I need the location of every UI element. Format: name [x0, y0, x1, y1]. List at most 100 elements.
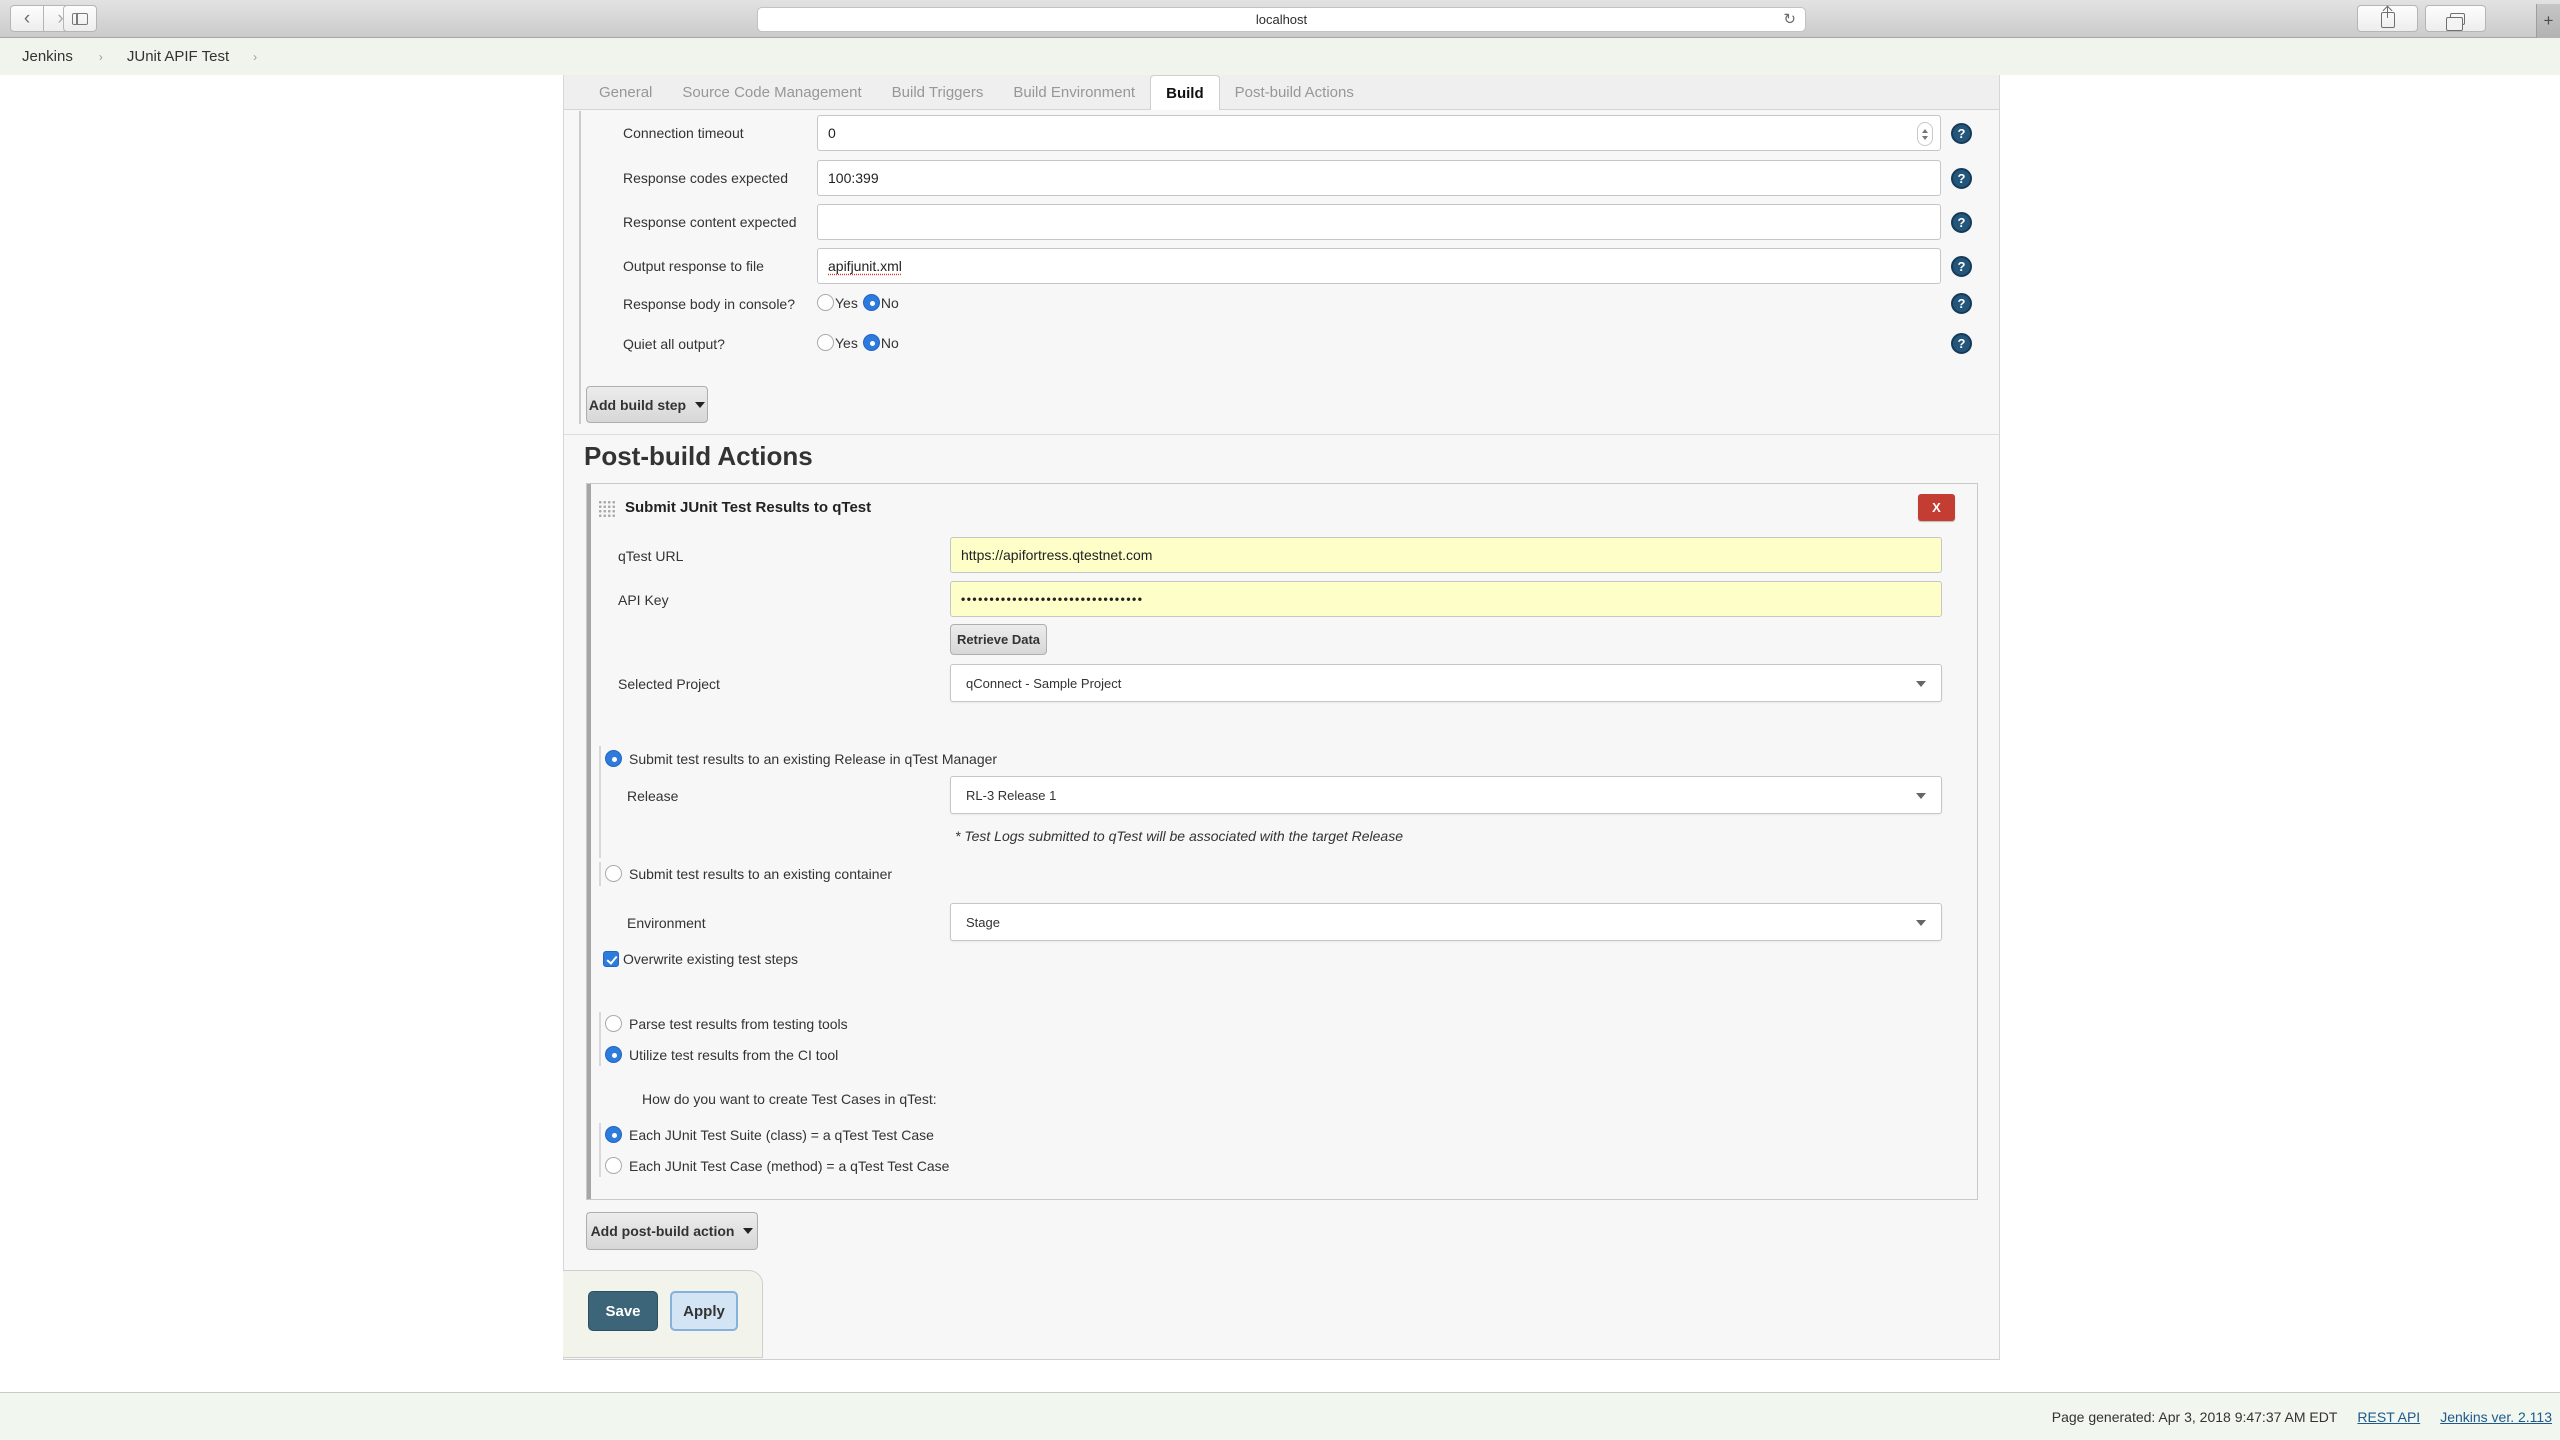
- page-generated-text: Page generated: Apr 3, 2018 9:47:37 AM E…: [2051, 1408, 2338, 1425]
- breadcrumb-jenkins[interactable]: Jenkins: [22, 48, 73, 65]
- help-icon[interactable]: ?: [1951, 123, 1972, 144]
- stepper-up-icon[interactable]: [1922, 128, 1928, 133]
- tab-post-build-actions[interactable]: Post-build Actions: [1220, 75, 1369, 109]
- footer: Page generated: Apr 3, 2018 9:47:37 AM E…: [0, 1392, 2560, 1440]
- suite-option-radio[interactable]: [605, 1126, 622, 1143]
- tab-build-triggers[interactable]: Build Triggers: [877, 75, 999, 109]
- save-bar: Save Apply: [563, 1270, 763, 1358]
- browser-toolbar: ‹ › localhost ↻ +: [0, 0, 2560, 38]
- delete-step-button[interactable]: X: [1918, 494, 1955, 521]
- qtest-url-input[interactable]: [950, 537, 1942, 573]
- retrieve-data-label: Retrieve Data: [956, 632, 1041, 647]
- quiet-output-label: Quiet all output?: [623, 336, 725, 352]
- environment-select[interactable]: Stage: [950, 903, 1942, 941]
- config-panel: General Source Code Management Build Tri…: [563, 75, 2000, 1360]
- help-icon[interactable]: ?: [1951, 333, 1972, 354]
- release-select[interactable]: RL-3 Release 1: [950, 776, 1942, 814]
- help-icon[interactable]: ?: [1951, 293, 1972, 314]
- section-divider: [564, 434, 1999, 435]
- add-build-step-label: Add build step: [588, 396, 687, 413]
- tab-build-environment[interactable]: Build Environment: [998, 75, 1150, 109]
- release-option-radio[interactable]: [605, 750, 622, 767]
- jenkins-version-link[interactable]: Jenkins ver. 2.113: [2440, 1409, 2552, 1425]
- selected-project-value: qConnect - Sample Project: [966, 675, 1122, 691]
- yes-radio[interactable]: [817, 294, 834, 311]
- address-bar[interactable]: localhost ↻: [757, 7, 1806, 32]
- parse-option-radio[interactable]: [605, 1015, 622, 1032]
- toolbar-right: [2357, 5, 2486, 32]
- tab-overview-icon: [2446, 12, 2465, 31]
- response-content-input[interactable]: [817, 204, 1941, 240]
- back-button[interactable]: ‹: [10, 5, 44, 32]
- breadcrumb: Jenkins › JUnit APIF Test ›: [0, 38, 2560, 75]
- environment-label: Environment: [627, 915, 706, 931]
- no-label: No: [880, 294, 899, 311]
- overwrite-label: Overwrite existing test steps: [623, 951, 799, 967]
- number-stepper[interactable]: [1917, 122, 1933, 146]
- container-option-radio-row: Submit test results to an existing conta…: [605, 865, 892, 882]
- release-note: * Test Logs submitted to qTest will be a…: [955, 828, 1403, 844]
- tab-source-code-management[interactable]: Source Code Management: [667, 75, 876, 109]
- case-option-radio-row: Each JUnit Test Case (method) = a qTest …: [605, 1157, 949, 1174]
- share-button[interactable]: [2357, 5, 2418, 32]
- help-icon[interactable]: ?: [1951, 168, 1972, 189]
- rest-api-link[interactable]: REST API: [2357, 1409, 2420, 1425]
- utilize-option-radio[interactable]: [605, 1046, 622, 1063]
- build-step-drag-strip[interactable]: [579, 111, 581, 424]
- new-tab-button[interactable]: +: [2536, 4, 2560, 38]
- suite-group-line: [599, 1123, 601, 1177]
- case-option-radio[interactable]: [605, 1157, 622, 1174]
- output-response-input[interactable]: apifjunit.xml: [817, 248, 1941, 284]
- sidebar-icon: [72, 12, 88, 25]
- page: ‹ › localhost ↻ + Jenkins › JUnit APIF T…: [0, 0, 2560, 1440]
- parse-option-radio-row: Parse test results from testing tools: [605, 1015, 848, 1032]
- drag-strip[interactable]: [587, 484, 591, 1199]
- no-label: No: [880, 334, 899, 351]
- api-key-input[interactable]: [950, 581, 1942, 617]
- reload-icon[interactable]: ↻: [1783, 10, 1796, 28]
- add-post-build-action-button[interactable]: Add post-build action: [586, 1212, 758, 1250]
- yes-radio[interactable]: [817, 334, 834, 351]
- response-codes-label: Response codes expected: [623, 170, 788, 186]
- qtest-url-label: qTest URL: [618, 548, 684, 564]
- environment-value: Stage: [966, 914, 1000, 930]
- connection-timeout-label: Connection timeout: [623, 125, 744, 141]
- breadcrumb-job[interactable]: JUnit APIF Test: [127, 48, 229, 65]
- tab-build[interactable]: Build: [1150, 75, 1220, 110]
- apply-button[interactable]: Apply: [670, 1291, 738, 1331]
- add-post-build-action-label: Add post-build action: [590, 1223, 735, 1239]
- back-icon: ‹: [23, 7, 31, 29]
- overwrite-checkbox-row: Overwrite existing test steps: [603, 951, 798, 967]
- tab-general[interactable]: General: [584, 75, 667, 109]
- response-codes-input[interactable]: [817, 160, 1941, 196]
- sidebar-button[interactable]: [63, 5, 97, 32]
- selected-project-select[interactable]: qConnect - Sample Project: [950, 664, 1942, 702]
- output-response-label: Output response to file: [623, 258, 764, 274]
- tab-overview-button[interactable]: [2425, 5, 2486, 32]
- container-group-line: [599, 862, 601, 886]
- caret-down-icon: [695, 401, 706, 408]
- no-radio[interactable]: [862, 334, 880, 351]
- help-icon[interactable]: ?: [1951, 212, 1972, 233]
- suite-option-label: Each JUnit Test Suite (class) = a qTest …: [629, 1126, 934, 1143]
- retrieve-data-button[interactable]: Retrieve Data: [950, 624, 1047, 655]
- add-build-step-button[interactable]: Add build step: [586, 386, 708, 423]
- release-value: RL-3 Release 1: [966, 787, 1057, 803]
- response-body-radios: Yes No: [817, 294, 899, 311]
- how-create-label: How do you want to create Test Cases in …: [642, 1091, 937, 1107]
- save-button[interactable]: Save: [588, 1291, 658, 1331]
- release-group-line: [599, 746, 601, 858]
- no-radio[interactable]: [862, 294, 880, 311]
- yes-label: Yes: [835, 334, 858, 351]
- release-option-radio-row: Submit test results to an existing Relea…: [605, 750, 997, 767]
- chevron-right-icon: ›: [253, 49, 258, 64]
- overwrite-checkbox[interactable]: [603, 951, 619, 967]
- drag-handle-icon[interactable]: [598, 500, 616, 518]
- container-option-radio[interactable]: [605, 865, 622, 882]
- chevron-down-icon: [1916, 681, 1926, 687]
- stepper-down-icon[interactable]: [1922, 135, 1928, 140]
- connection-timeout-input[interactable]: 0: [817, 115, 1941, 151]
- yes-label: Yes: [835, 294, 858, 311]
- help-icon[interactable]: ?: [1951, 256, 1972, 277]
- case-option-label: Each JUnit Test Case (method) = a qTest …: [629, 1157, 950, 1174]
